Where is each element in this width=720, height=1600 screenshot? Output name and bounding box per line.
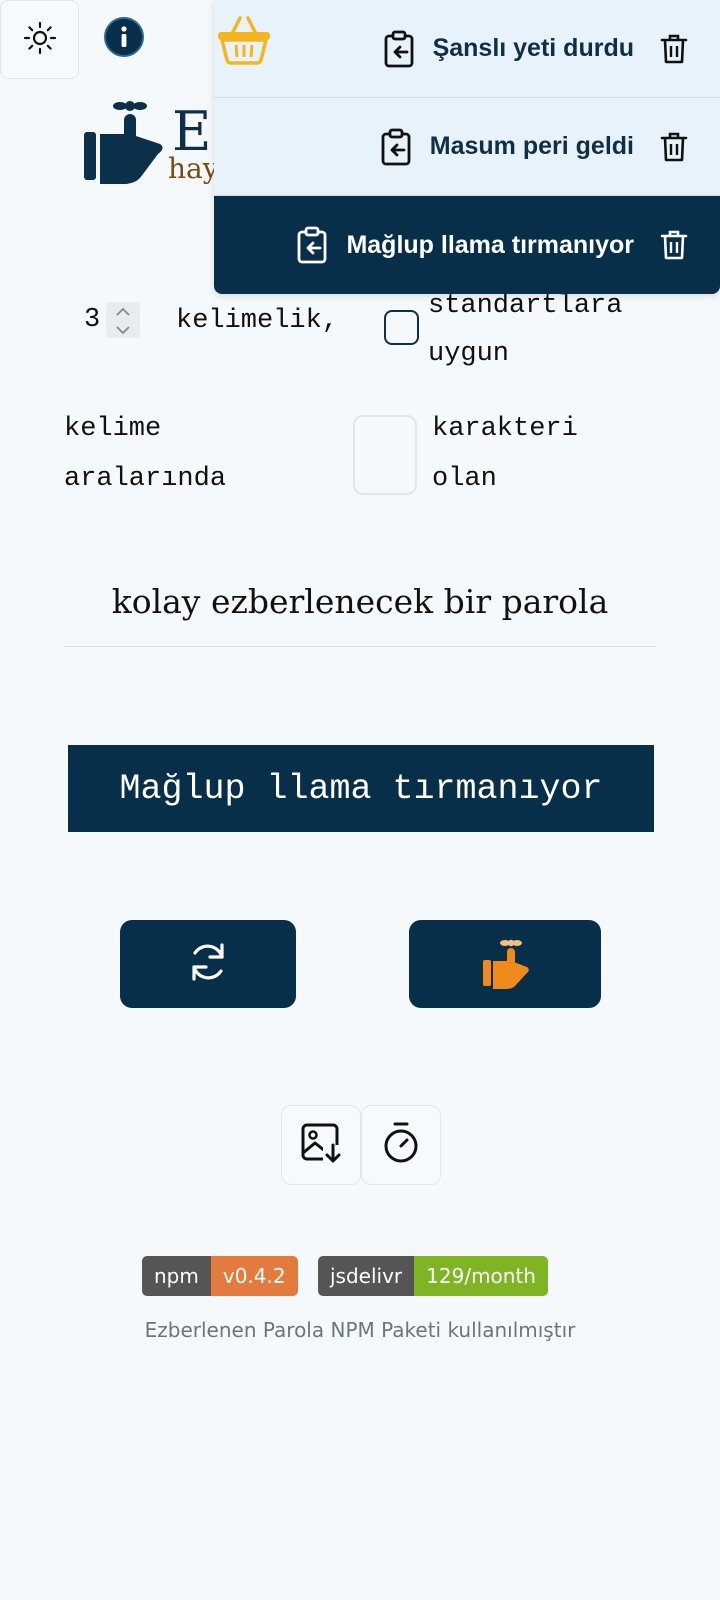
chevron-down-icon[interactable] — [116, 320, 130, 339]
trash-icon[interactable] — [660, 229, 688, 261]
info-icon — [103, 16, 145, 62]
memorize-button[interactable] — [409, 920, 601, 1008]
trash-icon[interactable] — [660, 33, 688, 65]
npm-badge-label: npm — [142, 1256, 211, 1296]
clipboard-paste-icon[interactable] — [383, 30, 417, 68]
history-dropdown: Şanslı yeti durdu Masum peri geldi Mağlu… — [214, 0, 720, 294]
standard-checkbox[interactable] — [384, 310, 419, 345]
image-download-icon — [299, 1121, 343, 1169]
jsdelivr-badge-label: jsdelivr — [318, 1256, 415, 1296]
words-label: kelimelik, — [176, 306, 339, 336]
timer-button[interactable] — [361, 1105, 441, 1185]
word-count-value: 3 — [84, 305, 101, 335]
theme-toggle-button[interactable] — [0, 0, 79, 79]
trash-icon[interactable] — [660, 131, 688, 163]
jsdelivr-badge-value: 129/month — [414, 1256, 548, 1296]
word-count-input[interactable]: 3 — [66, 298, 144, 342]
history-item-label: Masum peri geldi — [429, 132, 634, 160]
history-item[interactable]: Masum peri geldi — [214, 98, 720, 196]
logo: E hay — [80, 92, 220, 192]
sun-icon — [23, 21, 57, 59]
between-words-label: kelime aralarında — [64, 414, 227, 494]
word-count-stepper[interactable] — [106, 302, 140, 338]
jsdelivr-badge[interactable]: jsdelivr 129/month — [318, 1256, 548, 1296]
npm-badge-value: v0.4.2 — [210, 1256, 298, 1296]
character-label: karakteri olan — [432, 414, 578, 494]
standard-label: standartlara uygun — [428, 291, 623, 369]
npm-version-badge[interactable]: npm v0.4.2 — [142, 1256, 298, 1296]
logo-subtext: hay — [168, 152, 219, 185]
basket-icon[interactable] — [216, 14, 272, 66]
history-item[interactable]: Şanslı yeti durdu — [214, 0, 720, 98]
hand-bow-icon — [477, 934, 533, 994]
history-item-label: Mağlup llama tırmanıyor — [346, 230, 634, 259]
refresh-icon — [185, 939, 231, 989]
stopwatch-icon — [381, 1121, 421, 1169]
info-button[interactable] — [103, 16, 145, 62]
clipboard-paste-icon[interactable] — [380, 128, 414, 166]
hand-logo-icon — [84, 101, 163, 184]
history-item-active[interactable]: Mağlup llama tırmanıyor — [214, 196, 720, 294]
separator-character-input[interactable] — [353, 415, 417, 495]
divider — [64, 646, 656, 647]
history-item-label: Şanslı yeti durdu — [432, 34, 634, 62]
chevron-up-icon[interactable] — [116, 301, 130, 320]
clipboard-paste-icon[interactable] — [296, 226, 330, 264]
regenerate-button[interactable] — [120, 920, 296, 1008]
download-image-button[interactable] — [281, 1105, 361, 1185]
password-display[interactable]: Mağlup llama tırmanıyor — [68, 745, 654, 832]
page-subtitle: kolay ezberlenecek bir parola — [111, 582, 609, 621]
footer-text: Ezberlenen Parola NPM Paketi kullanılmış… — [144, 1318, 576, 1342]
